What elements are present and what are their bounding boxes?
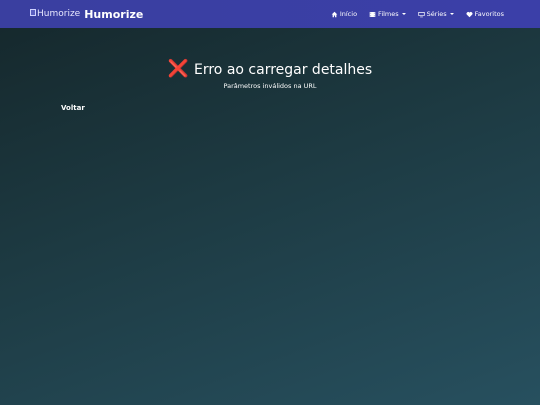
navbar: Humorize Humorize Início Filmes Séries F… <box>0 0 540 28</box>
error-message: Parâmetros inválidos na URL <box>223 82 317 90</box>
chevron-down-icon <box>449 13 454 15</box>
home-icon <box>331 11 338 17</box>
error-title-text: Erro ao carregar detalhes <box>194 61 373 78</box>
nav-item-label: Filmes <box>378 10 399 18</box>
nav-item-favoritos[interactable]: Favoritos <box>466 10 504 18</box>
nav-menu: Início Filmes Séries Favoritos <box>331 0 504 28</box>
nav-item-label: Séries <box>426 10 447 18</box>
heart-icon <box>466 11 473 17</box>
brand[interactable]: Humorize Humorize <box>30 8 143 21</box>
logo-image[interactable]: Humorize <box>30 8 81 19</box>
broken-image-icon <box>30 8 36 16</box>
error-icon: ❌ <box>167 59 189 79</box>
error-title: ❌ Erro ao carregar detalhes <box>0 61 540 78</box>
chevron-down-icon <box>401 13 406 15</box>
logo-alt-text: Humorize <box>37 9 81 19</box>
nav-item-filmes[interactable]: Filmes <box>369 10 406 18</box>
back-button[interactable]: Voltar <box>61 104 85 112</box>
tv-icon <box>418 11 425 17</box>
nav-item-series[interactable]: Séries <box>418 10 454 18</box>
film-icon <box>369 11 376 17</box>
nav-item-label: Início <box>339 10 358 18</box>
brand-name[interactable]: Humorize <box>84 8 143 21</box>
nav-item-inicio[interactable]: Início <box>331 10 357 18</box>
nav-item-label: Favoritos <box>474 10 504 18</box>
